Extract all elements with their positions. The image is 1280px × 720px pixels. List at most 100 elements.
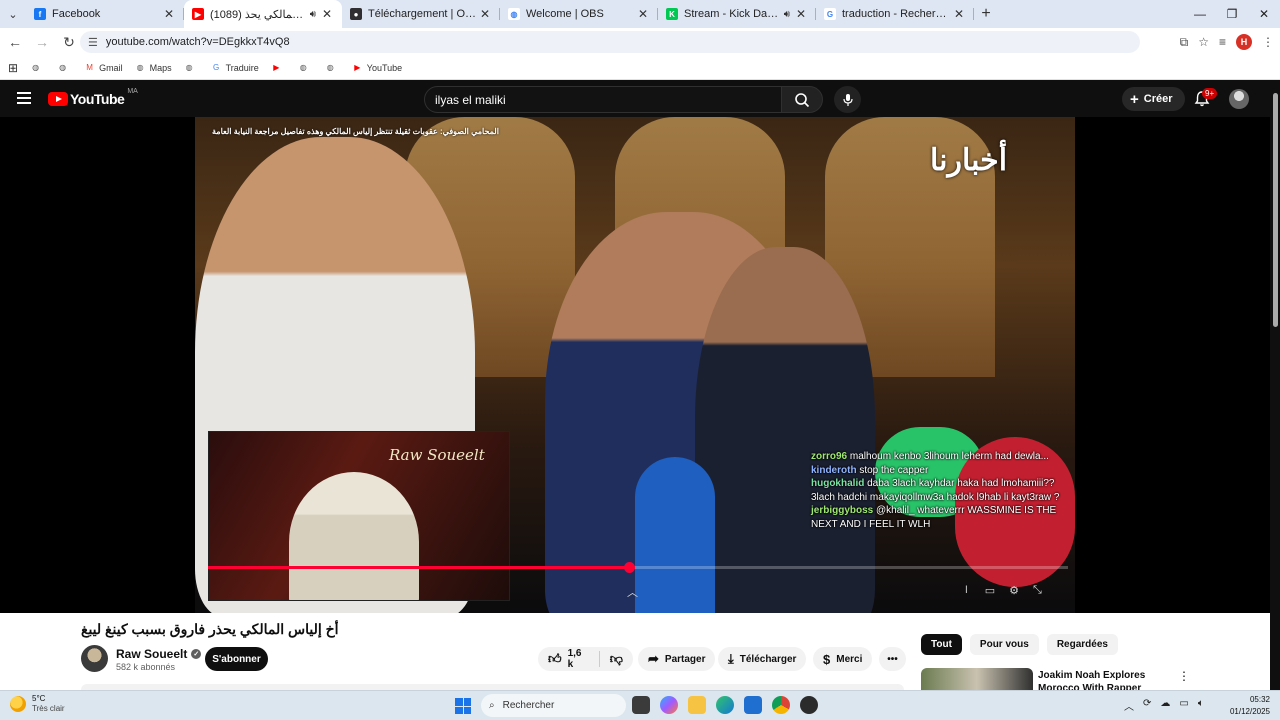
close-tab-icon[interactable]: ✕ bbox=[952, 7, 966, 21]
video-progress-bar[interactable] bbox=[208, 562, 1068, 573]
clock[interactable]: 05:32 01/12/2025 bbox=[1224, 694, 1270, 718]
settings-gear-icon[interactable]: ⚙ bbox=[1009, 584, 1019, 597]
search-button[interactable] bbox=[781, 86, 823, 113]
recommendation-thumbnail[interactable] bbox=[921, 668, 1033, 690]
page-scrollbar[interactable] bbox=[1270, 81, 1280, 690]
address-bar[interactable]: ☰ youtube.com/watch?v=DEgkkxT4vQ8 bbox=[80, 31, 1140, 53]
bookmark-item[interactable]: M Gmail bbox=[84, 62, 122, 73]
back-button[interactable]: ← bbox=[3, 34, 27, 50]
file-explorer-icon[interactable] bbox=[688, 696, 706, 714]
browser-tab[interactable]: ▶ (1089) أخ إلياس المالكي يحذ... 🔊︎ ✕ bbox=[184, 0, 342, 28]
chat-username: hugokhalid bbox=[811, 478, 865, 489]
media-controls-icon[interactable]: ≡ bbox=[1219, 35, 1226, 49]
like-button[interactable]: 👍︎ 1,6 k bbox=[538, 647, 599, 671]
share-button[interactable]: ➦ Partager bbox=[638, 647, 716, 671]
bookmark-label: YouTube bbox=[366, 62, 403, 73]
forward-button[interactable]: → bbox=[30, 34, 54, 50]
bookmark-item[interactable]: ◍ bbox=[57, 62, 72, 73]
like-dislike-group: 👍︎ 1,6 k 👎︎ bbox=[538, 647, 633, 671]
browser-menu-icon[interactable]: ⋮ bbox=[1262, 35, 1274, 49]
chrome-icon[interactable] bbox=[772, 696, 790, 714]
weather-temp: 5°C bbox=[32, 694, 46, 703]
task-view-icon[interactable] bbox=[632, 696, 650, 714]
copilot-icon[interactable] bbox=[660, 696, 678, 714]
channel-name-wrap[interactable]: Raw Soueelt ✓ bbox=[116, 647, 202, 661]
bookmark-item[interactable]: ◍ bbox=[30, 62, 45, 73]
thanks-button[interactable]: $ Merci bbox=[813, 647, 873, 671]
fullscreen-exit-icon[interactable]: ⤡ bbox=[1033, 584, 1042, 597]
chat-text: daba 3lach kayhdar haka had lmohamiii?? bbox=[867, 478, 1055, 489]
close-window-button[interactable]: ✕ bbox=[1248, 0, 1280, 28]
voice-search-button[interactable] bbox=[834, 86, 861, 113]
sync-icon[interactable]: ⟳ bbox=[1143, 698, 1151, 713]
windows-start-icon[interactable] bbox=[455, 698, 471, 714]
install-app-icon[interactable]: ⧉ bbox=[1180, 35, 1189, 50]
bookmark-item[interactable]: ◍ bbox=[298, 62, 313, 73]
kebab-menu-icon[interactable]: ⋮ bbox=[1178, 669, 1190, 683]
recommendation-title[interactable]: Joakim Noah Explores Morocco With Rapper… bbox=[1038, 669, 1176, 690]
scrollbar-thumb[interactable] bbox=[1273, 93, 1278, 327]
new-tab-button[interactable]: + bbox=[974, 5, 998, 23]
bookmark-item[interactable]: ▶ YouTube bbox=[352, 62, 402, 73]
user-avatar[interactable] bbox=[1229, 89, 1249, 109]
site-info-icon[interactable]: ☰ bbox=[88, 36, 98, 49]
tab-favicon-icon: K bbox=[666, 8, 678, 20]
minimize-button[interactable]: — bbox=[1184, 0, 1216, 28]
filter-chip[interactable]: Regardées bbox=[1046, 634, 1118, 655]
apps-grid-icon[interactable]: ⊞ bbox=[8, 61, 18, 75]
store-icon[interactable] bbox=[744, 696, 762, 714]
weather-widget[interactable]: 5°C Très clair bbox=[10, 694, 65, 714]
profile-avatar[interactable]: H bbox=[1236, 34, 1252, 50]
browser-tab[interactable]: f Facebook ✕ bbox=[26, 0, 184, 28]
restore-button[interactable]: ❐ bbox=[1216, 0, 1248, 28]
browser-tab[interactable]: Gtraduction - Recherche Google✕ bbox=[816, 0, 974, 28]
reload-button[interactable]: ↻ bbox=[57, 34, 81, 51]
autoplay-toggle-icon[interactable]: ⏽ bbox=[962, 584, 971, 597]
chat-text: stop the capper bbox=[859, 464, 929, 476]
bookmark-star-icon[interactable]: ☆ bbox=[1198, 35, 1209, 49]
close-tab-icon[interactable]: ✕ bbox=[320, 7, 334, 21]
tab-audio-icon[interactable]: 🔊︎ bbox=[310, 9, 316, 20]
close-tab-icon[interactable]: ✕ bbox=[478, 7, 492, 21]
youtube-logo[interactable]: YouTube MA bbox=[48, 88, 138, 107]
obs-icon[interactable] bbox=[800, 696, 818, 714]
dislike-button[interactable]: 👎︎ bbox=[600, 647, 633, 671]
more-actions-button[interactable]: ••• bbox=[879, 647, 906, 671]
youtube-header: YouTube MA ilyas el maliki + Créer 9+ bbox=[0, 81, 1280, 117]
super-thanks-icon: $ bbox=[823, 651, 831, 667]
subscribe-button[interactable]: S'abonner bbox=[205, 647, 268, 671]
tab-audio-icon[interactable]: 🔊︎ bbox=[784, 9, 790, 20]
logo-text: YouTube bbox=[70, 91, 125, 107]
create-button[interactable]: + Créer bbox=[1122, 87, 1185, 111]
network-icon[interactable]: ▭ bbox=[1179, 698, 1188, 713]
menu-icon[interactable] bbox=[17, 92, 31, 107]
bookmark-item[interactable]: G Traduire bbox=[211, 62, 259, 73]
channel-avatar[interactable] bbox=[81, 645, 108, 672]
tray-overflow-icon[interactable]: ︿ bbox=[1124, 698, 1134, 713]
download-button[interactable]: ⤓ Télécharger bbox=[718, 647, 807, 671]
chat-message: kinderoth stop the capper bbox=[811, 464, 1066, 478]
edge-icon[interactable] bbox=[716, 696, 734, 714]
chevron-up-icon[interactable]: ︿ bbox=[627, 584, 638, 600]
thanks-label: Merci bbox=[836, 653, 863, 665]
browser-tab[interactable]: K Stream - Kick Dashboard 🔊︎ ✕ bbox=[658, 0, 816, 28]
filter-chip[interactable]: Tout bbox=[921, 634, 962, 655]
subtitles-icon[interactable]: ▭ bbox=[985, 584, 995, 597]
browser-tab[interactable]: ◍ Welcome | OBS ✕ bbox=[500, 0, 658, 28]
channel-name[interactable]: Raw Soueelt bbox=[116, 647, 187, 661]
bookmark-item[interactable]: ◍ Maps bbox=[135, 62, 172, 73]
close-tab-icon[interactable]: ✕ bbox=[636, 7, 650, 21]
bookmark-item[interactable]: ▶ bbox=[271, 62, 286, 73]
bookmark-item[interactable]: ◍ bbox=[184, 62, 199, 73]
filter-chip[interactable]: Pour vous bbox=[969, 634, 1039, 655]
bookmark-item[interactable]: ◍ bbox=[325, 62, 340, 73]
onedrive-icon[interactable]: ☁ bbox=[1160, 698, 1170, 713]
close-tab-icon[interactable]: ✕ bbox=[162, 7, 176, 21]
taskbar-search[interactable]: ⌕ Rechercher bbox=[481, 694, 626, 717]
search-input[interactable]: ilyas el maliki bbox=[424, 86, 782, 113]
close-tab-icon[interactable]: ✕ bbox=[794, 7, 808, 21]
tab-search-button[interactable]: ⌄ bbox=[0, 0, 26, 28]
volume-icon[interactable]: 🔈︎ bbox=[1198, 698, 1204, 713]
tab-title: Facebook bbox=[52, 8, 101, 20]
browser-tab[interactable]: ● Téléchargement | OBS ✕ bbox=[342, 0, 500, 28]
